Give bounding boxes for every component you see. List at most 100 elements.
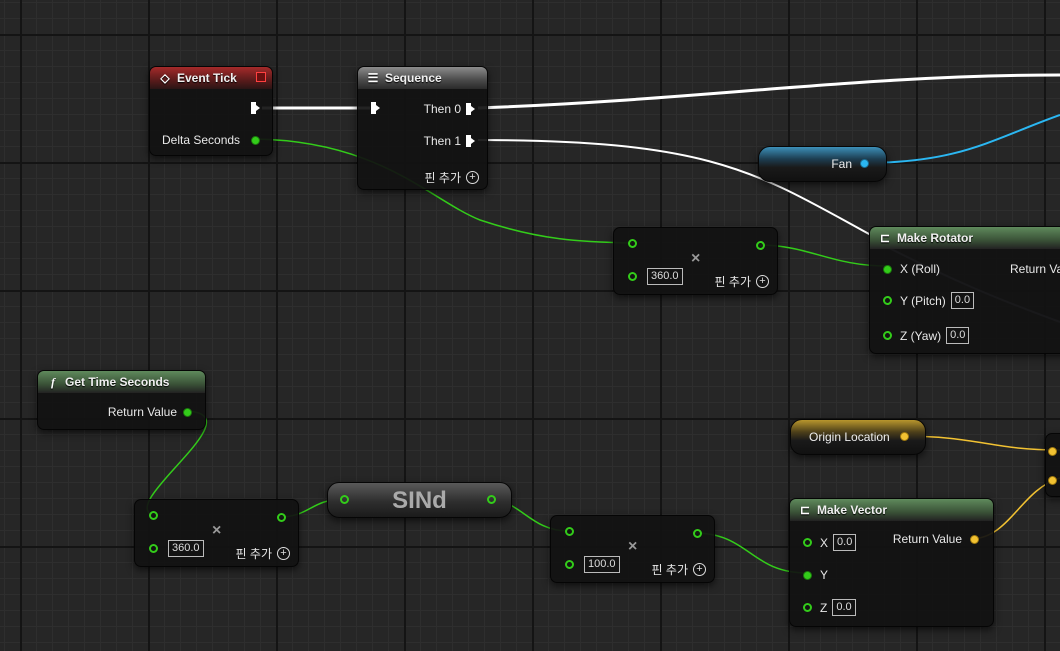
exec-pin-icon	[251, 102, 260, 114]
sind-node[interactable]: SINd	[327, 482, 512, 518]
float-output-pin[interactable]	[693, 529, 702, 538]
rotator-return-pin[interactable]: Return Va	[1010, 262, 1060, 276]
add-pin-label: 핀 추가	[424, 171, 461, 185]
float-pin-icon	[628, 272, 637, 281]
get-time-header: f Get Time Seconds	[38, 371, 205, 393]
sequence-header: ☰ Sequence	[358, 67, 487, 89]
float-pin-icon	[883, 264, 892, 274]
then-1-label: Then 1	[423, 134, 461, 148]
vector-z-pin[interactable]: Z 0.0	[803, 599, 856, 616]
exec-pin-icon	[466, 103, 475, 115]
float-input-pin-a[interactable]	[149, 511, 158, 520]
float-pin-icon	[183, 407, 192, 417]
multiply-1-add-pin-button[interactable]: 핀 추가 +	[715, 273, 769, 290]
yaw-value[interactable]: 0.0	[946, 327, 970, 344]
make-vector-title: Make Vector	[817, 503, 888, 517]
exec-wire-then0	[477, 73, 1060, 110]
delta-seconds-label: Delta Seconds	[162, 133, 241, 147]
multiply-node-2[interactable]: × 360.0 핀 추가 +	[134, 499, 299, 567]
float-output-pin[interactable]	[756, 241, 765, 250]
multiply-3-value[interactable]: 100.0	[584, 556, 620, 573]
vector-pin-icon[interactable]	[1048, 447, 1057, 456]
float-pin-icon	[883, 296, 892, 305]
delta-seconds-pin[interactable]: Delta Seconds	[162, 133, 260, 147]
float-pin-icon	[565, 560, 574, 569]
vector-return-label: Return Value	[892, 532, 962, 546]
then-1-pin[interactable]: Then 1	[424, 134, 475, 148]
yaw-pin[interactable]: Z (Yaw) 0.0	[883, 327, 970, 344]
vector-pin-icon[interactable]	[1048, 476, 1057, 485]
float-pin-icon	[803, 603, 812, 612]
exec-pin-icon	[466, 135, 475, 147]
rotator-return-label: Return Va	[1010, 262, 1060, 276]
multiply-2-input-b[interactable]: 360.0	[149, 540, 204, 557]
then-0-pin[interactable]: Then 0	[424, 102, 475, 116]
multiply-icon: ×	[628, 538, 638, 555]
sind-label: SINd	[392, 487, 447, 514]
then-0-label: Then 0	[423, 102, 461, 116]
fan-variable-node[interactable]: Fan	[758, 146, 887, 182]
make-struct-icon: ⊏	[799, 503, 811, 517]
origin-location-label: Origin Location	[809, 430, 890, 444]
sequence-add-pin-button[interactable]: 핀 추가 +	[425, 169, 479, 186]
sequence-icon: ☰	[367, 71, 379, 85]
multiply-node-3[interactable]: × 100.0 핀 추가 +	[550, 515, 715, 583]
make-rotator-node[interactable]: ⊏ Make Rotator X (Roll) Return Va Y (Pit…	[869, 226, 1060, 354]
multiply-2-add-pin-button[interactable]: 핀 추가 +	[236, 545, 290, 562]
vector-return-pin[interactable]: Return Value	[893, 532, 979, 546]
vector-x-label: X	[820, 535, 829, 550]
event-tick-title: Event Tick	[177, 71, 237, 85]
pitch-label: Y (Pitch)	[900, 293, 946, 308]
vector-pin-icon	[970, 534, 979, 544]
make-struct-icon: ⊏	[879, 231, 891, 245]
pitch-value[interactable]: 0.0	[950, 292, 975, 309]
add-pin-label: 핀 추가	[235, 547, 272, 561]
multiply-node-1[interactable]: × 360.0 핀 추가 +	[613, 227, 778, 295]
float-pin-icon	[803, 538, 812, 547]
fan-label: Fan	[831, 157, 852, 171]
get-time-return-pin[interactable]: Return Value	[108, 405, 192, 419]
roll-label: X (Roll)	[900, 262, 941, 276]
multiply-1-input-b[interactable]: 360.0	[628, 268, 683, 285]
origin-location-variable-node[interactable]: Origin Location	[790, 419, 926, 455]
float-output-pin[interactable]	[487, 495, 496, 504]
make-vector-header: ⊏ Make Vector	[790, 499, 993, 521]
float-pin-icon	[803, 570, 812, 580]
vector-pin-icon[interactable]	[900, 432, 909, 441]
vector-y-label: Y	[820, 568, 829, 582]
multiply-icon: ×	[212, 522, 222, 539]
float-pin-icon	[149, 544, 158, 553]
diamond-event-icon: ◇	[160, 71, 170, 85]
float-input-pin-a[interactable]	[565, 527, 574, 536]
pitch-pin[interactable]: Y (Pitch) 0.0	[883, 292, 975, 309]
delegate-icon	[256, 72, 266, 82]
multiply-1-value[interactable]: 360.0	[647, 268, 683, 285]
function-f-icon: f	[51, 374, 55, 389]
plus-circle-icon: +	[466, 171, 479, 184]
vector-z-value[interactable]: 0.0	[832, 599, 856, 616]
sequence-node[interactable]: ☰ Sequence Then 0 Then 1 핀 추가 +	[357, 66, 488, 190]
multiply-2-value[interactable]: 360.0	[168, 540, 204, 557]
offscreen-node-partial[interactable]	[1045, 433, 1060, 497]
float-output-pin[interactable]	[277, 513, 286, 522]
object-pin-icon[interactable]	[860, 159, 869, 168]
vector-x-value[interactable]: 0.0	[833, 534, 857, 551]
multiply-3-input-b[interactable]: 100.0	[565, 556, 620, 573]
multiply-icon: ×	[691, 250, 701, 267]
object-wire-fan	[861, 114, 1060, 164]
make-vector-node[interactable]: ⊏ Make Vector X 0.0 Return Value Y Z 0.0	[789, 498, 994, 627]
sequence-exec-in[interactable]	[371, 102, 380, 114]
plus-circle-icon: +	[693, 563, 706, 576]
yaw-label: Z (Yaw)	[900, 328, 942, 343]
event-tick-header: ◇ Event Tick	[150, 67, 272, 89]
multiply-3-add-pin-button[interactable]: 핀 추가 +	[652, 561, 706, 578]
roll-pin[interactable]: X (Roll)	[883, 262, 940, 276]
event-tick-node[interactable]: ◇ Event Tick Delta Seconds	[149, 66, 273, 156]
vector-y-pin[interactable]: Y	[803, 568, 828, 582]
add-pin-label: 핀 추가	[651, 563, 688, 577]
vector-x-pin[interactable]: X 0.0	[803, 534, 857, 551]
float-input-pin-a[interactable]	[628, 239, 637, 248]
make-rotator-title: Make Rotator	[897, 231, 974, 245]
event-tick-exec-out[interactable]	[251, 102, 260, 114]
get-time-seconds-node[interactable]: f Get Time Seconds Return Value	[37, 370, 206, 430]
